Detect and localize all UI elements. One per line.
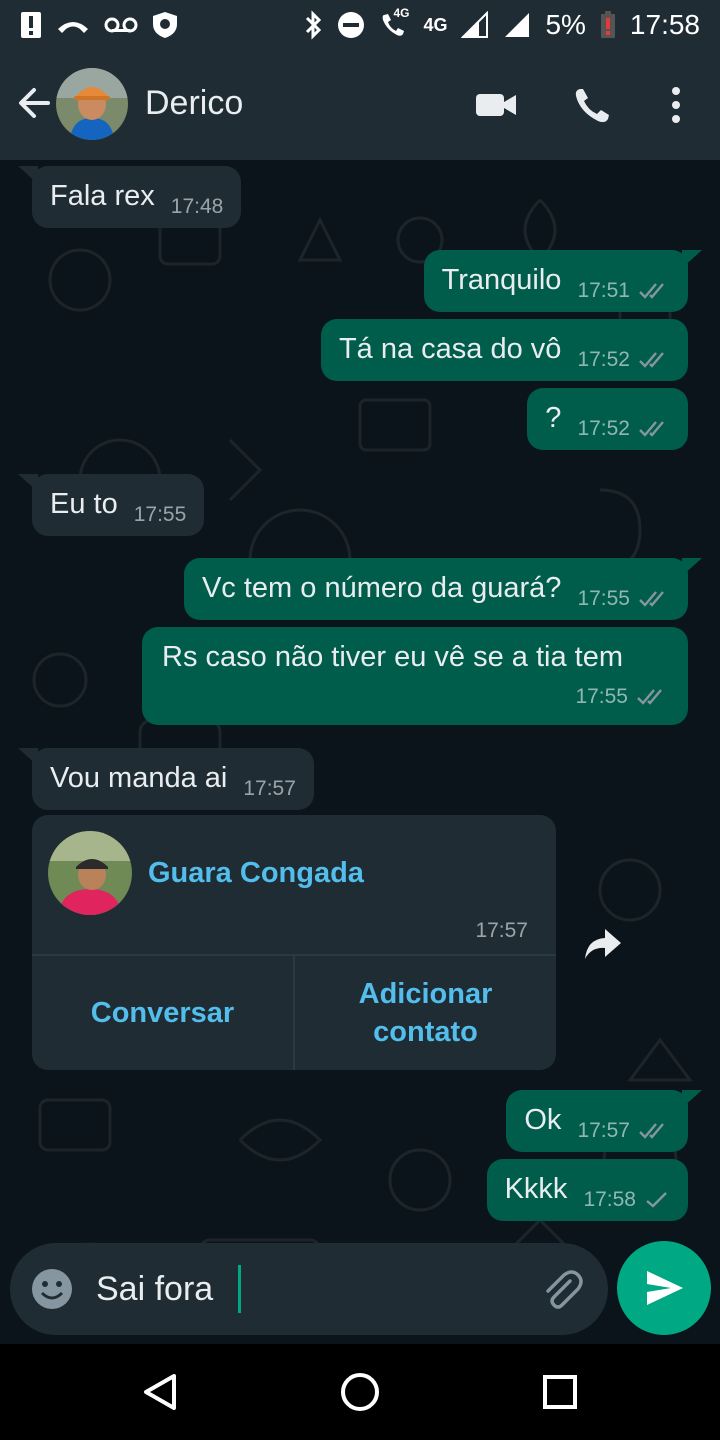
message-time: 17:57 <box>577 1119 630 1142</box>
message-time: 17:52 <box>577 417 630 440</box>
message-meta: 17:55 <box>162 679 668 715</box>
battery-percent: 5% <box>545 9 586 40</box>
double-check-icon <box>639 283 664 299</box>
network-type: 4G <box>423 14 448 35</box>
message-outgoing[interactable]: Tá na casa do vô 17:52 <box>320 319 688 381</box>
text-cursor <box>238 1265 241 1313</box>
message-meta: 17:52 <box>577 411 670 447</box>
message-time: 17:52 <box>577 348 630 371</box>
chat-with-contact-button[interactable]: Conversar <box>32 956 293 1070</box>
message-text: Ok <box>524 1104 562 1136</box>
send-icon <box>647 1271 683 1305</box>
nav-recents-icon[interactable] <box>542 1374 578 1410</box>
message-outgoing[interactable]: Ok 17:57 <box>506 1090 702 1152</box>
message-meta: 17:55 <box>577 581 670 617</box>
double-check-icon <box>639 1123 664 1139</box>
bubble-tail <box>682 1090 702 1108</box>
avatar-photo <box>56 68 128 140</box>
message-outgoing[interactable]: Rs caso não tiver eu vê se a tia tem 17:… <box>142 627 688 725</box>
nav-back-icon[interactable] <box>140 1372 180 1412</box>
chat-header: Derico <box>0 50 720 160</box>
alert-icon <box>21 12 41 38</box>
message-incoming[interactable]: Vou manda ai 17:57 <box>18 748 314 810</box>
more-options-icon[interactable] <box>666 85 686 125</box>
bubble-tail <box>18 474 38 492</box>
message-time: 17:51 <box>577 279 630 302</box>
message-outgoing[interactable]: ? 17:52 <box>527 388 688 450</box>
chat-area[interactable]: Fala rex 17:48 Tranquilo 17:51 Tá na casa … <box>0 160 720 1344</box>
add-contact-button[interactable]: Adicionar contato <box>295 956 556 1070</box>
message-text: Tá na casa do vô <box>338 333 562 365</box>
message-incoming[interactable]: Fala rex 17:48 <box>18 166 242 228</box>
contact-name[interactable]: Derico <box>145 84 243 123</box>
bubble-tail <box>682 250 702 268</box>
double-check-icon <box>639 421 664 437</box>
message-text: Tranquilo <box>441 264 562 296</box>
message-text: Rs caso não tiver eu vê se a tia tem <box>162 641 623 673</box>
message-text: Eu to <box>50 488 118 520</box>
message-text: Kkkk <box>504 1173 568 1205</box>
contact-card-name[interactable]: Guara Congada <box>148 857 364 890</box>
contact-card-avatar[interactable] <box>48 831 132 915</box>
double-check-icon <box>637 689 662 705</box>
message-time: 17:57 <box>475 919 528 942</box>
missed-call-icon <box>58 22 88 33</box>
voicemail-icon <box>104 17 138 33</box>
forward-icon[interactable] <box>583 925 623 961</box>
battery-low-icon <box>600 11 615 38</box>
shield-icon <box>153 12 177 38</box>
message-input[interactable] <box>96 1261 526 1317</box>
bubble-tail <box>682 558 702 576</box>
bluetooth-icon <box>306 10 322 40</box>
message-meta: 17:55 <box>134 497 187 533</box>
bubble-tail <box>18 748 38 766</box>
double-check-icon <box>639 352 664 368</box>
contact-photo <box>48 831 132 915</box>
network-type-small: 4G <box>393 6 410 20</box>
message-meta: 17:52 <box>577 342 670 378</box>
message-meta: 17:57 <box>243 771 296 807</box>
bubble-tail <box>18 166 38 184</box>
message-text: Vou manda ai <box>50 762 228 794</box>
message-time: 17:55 <box>575 685 628 708</box>
attach-icon[interactable] <box>540 1267 584 1311</box>
message-text: ? <box>545 402 562 434</box>
volte-indicator: 4G <box>379 6 409 40</box>
avatar[interactable] <box>56 68 128 140</box>
message-composer[interactable] <box>10 1243 608 1335</box>
double-check-icon <box>639 591 664 607</box>
emoji-icon[interactable] <box>30 1267 74 1311</box>
do-not-disturb-icon <box>338 12 365 38</box>
message-text: Fala rex <box>50 180 155 212</box>
message-outgoing[interactable]: Tranquilo 17:51 <box>423 250 702 312</box>
signal-icon-2 <box>505 13 530 37</box>
message-time: 17:48 <box>170 195 224 218</box>
message-meta: 17:48 <box>171 189 224 225</box>
message-text: Vc tem o número da guará? <box>201 572 562 604</box>
contact-card[interactable]: Guara Congada 17:57 Conversar Adicionar … <box>32 815 556 1070</box>
send-button[interactable] <box>617 1241 711 1335</box>
navigation-bar <box>0 1344 720 1440</box>
message-time: 17:58 <box>583 1188 636 1211</box>
message-time: 17:57 <box>243 777 296 800</box>
message-outgoing[interactable]: Vc tem o número da guará? 17:55 <box>183 558 702 620</box>
message-incoming[interactable]: Eu to 17:55 <box>18 474 205 536</box>
message-outgoing[interactable]: Kkkk 17:58 <box>486 1159 688 1221</box>
status-bar: 4G 4G 5% 17:58 <box>0 0 720 50</box>
message-time: 17:55 <box>133 503 187 526</box>
message-meta: 17:58 <box>583 1182 670 1218</box>
signal-icon <box>461 11 489 38</box>
message-meta: 17:51 <box>577 273 670 309</box>
clock: 17:58 <box>629 9 700 40</box>
back-arrow-icon[interactable] <box>14 83 54 123</box>
message-time: 17:55 <box>577 587 630 610</box>
video-call-icon[interactable] <box>474 90 518 120</box>
voice-call-icon[interactable] <box>572 86 612 126</box>
message-meta: 17:57 <box>577 1113 670 1149</box>
nav-home-icon[interactable] <box>340 1372 380 1412</box>
single-check-icon <box>646 1192 667 1208</box>
